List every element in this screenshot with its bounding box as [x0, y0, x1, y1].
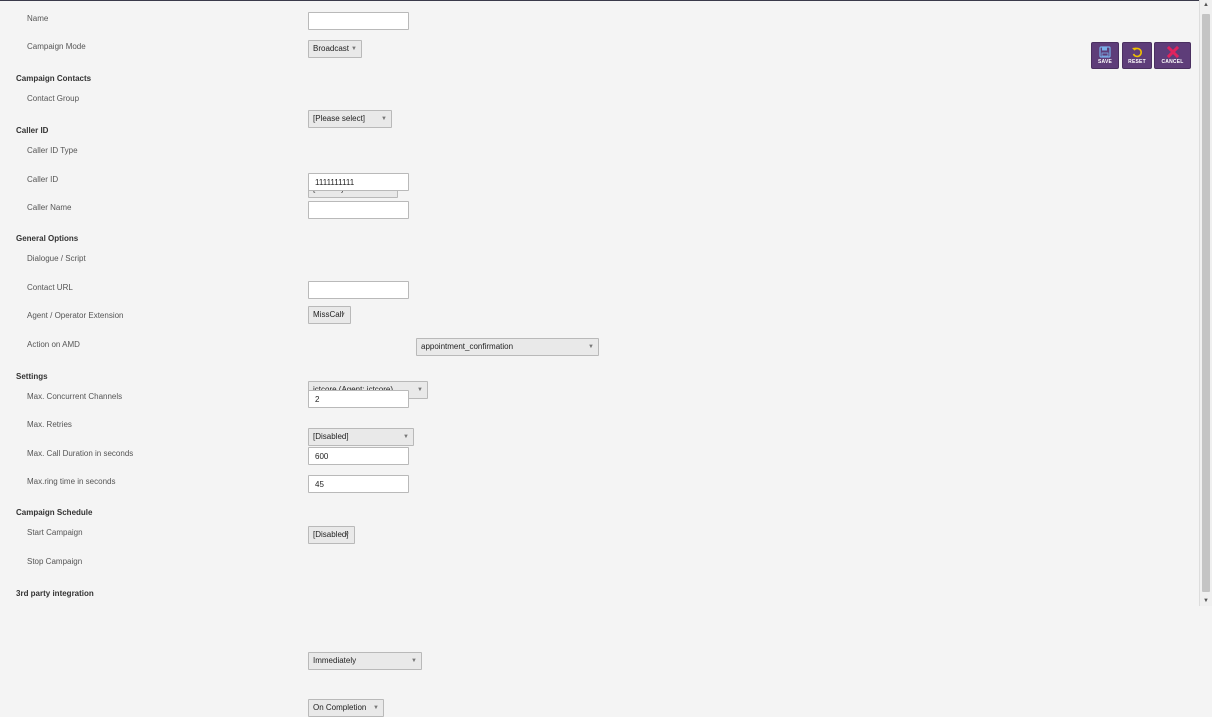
chevron-down-icon: ▼	[411, 658, 417, 664]
caller-id-input[interactable]	[308, 173, 409, 191]
caller-name-label: Caller Name	[27, 203, 72, 212]
dialogue-script-label: Dialogue / Script	[27, 254, 86, 263]
scroll-down-icon[interactable]: ▼	[1203, 598, 1209, 604]
action-on-amd-target-select[interactable]: appointment_confirmation ▼	[416, 338, 599, 356]
start-campaign-select[interactable]: Immediately ▼	[308, 652, 422, 670]
max-call-duration-label: Max. Call Duration in seconds	[27, 449, 134, 458]
chevron-down-icon: ▼	[351, 46, 357, 52]
dialogue-script-value: MissCall	[313, 310, 344, 319]
campaign-mode-label: Campaign Mode	[27, 42, 86, 51]
close-icon	[1166, 46, 1179, 58]
stop-campaign-label: Stop Campaign	[27, 557, 83, 566]
max-channels-label: Max. Concurrent Channels	[27, 392, 123, 401]
section-caller-id: Caller ID	[16, 126, 49, 135]
chevron-down-icon: ▼	[588, 344, 594, 350]
dialogue-script-select[interactable]: MissCall ▼	[308, 306, 351, 324]
floppy-disk-icon	[1099, 46, 1111, 58]
chevron-down-icon: ▼	[344, 532, 350, 538]
stop-campaign-value: On Completion	[313, 703, 367, 712]
action-on-amd-select[interactable]: [Disabled] ▼	[308, 428, 414, 446]
section-campaign-contacts: Campaign Contacts	[16, 74, 92, 83]
action-on-amd-target-value: appointment_confirmation	[421, 342, 514, 351]
contact-group-value: [Please select]	[313, 114, 366, 123]
cancel-button[interactable]: CANCEL	[1154, 42, 1191, 69]
max-call-duration-input[interactable]	[308, 447, 409, 465]
max-ring-time-label: Max.ring time in seconds	[27, 477, 116, 486]
caller-id-label: Caller ID	[27, 175, 59, 184]
caller-name-input[interactable]	[308, 201, 409, 219]
scroll-up-icon[interactable]: ▲	[1203, 2, 1209, 8]
section-general-options: General Options	[16, 234, 79, 243]
chevron-down-icon: ▼	[340, 312, 346, 318]
name-label: Name	[27, 14, 49, 23]
max-retries-label: Max. Retries	[27, 420, 72, 429]
save-button[interactable]: SAVE	[1091, 42, 1119, 69]
save-button-label: SAVE	[1097, 59, 1113, 65]
vertical-scrollbar[interactable]: ▲ ▼	[1199, 0, 1212, 606]
max-ring-time-input[interactable]	[308, 475, 409, 493]
agent-extension-label: Agent / Operator Extension	[27, 311, 124, 320]
section-3rd-party-integration: 3rd party integration	[16, 589, 94, 598]
start-campaign-value: Immediately	[313, 656, 357, 665]
campaign-form: Name Campaign Mode Broadcast ▼ Campaign …	[0, 0, 1200, 717]
reset-button-label: RESET	[1128, 59, 1146, 65]
scrollbar-thumb[interactable]	[1202, 14, 1210, 592]
name-input[interactable]	[308, 12, 409, 30]
max-retries-select[interactable]: [Disabled] ▼	[308, 526, 355, 544]
contact-url-input[interactable]	[308, 281, 409, 299]
chevron-down-icon: ▼	[417, 387, 423, 393]
campaign-mode-value: Broadcast	[313, 44, 350, 53]
campaign-mode-select[interactable]: Broadcast ▼	[308, 40, 362, 58]
contact-group-label: Contact Group	[27, 94, 80, 103]
action-on-amd-value: [Disabled]	[313, 432, 349, 441]
chevron-down-icon: ▼	[403, 434, 409, 440]
chevron-down-icon: ▼	[381, 116, 387, 122]
action-on-amd-label: Action on AMD	[27, 340, 80, 349]
reset-button[interactable]: RESET	[1122, 42, 1152, 69]
start-campaign-label: Start Campaign	[27, 528, 83, 537]
undo-icon	[1132, 47, 1142, 58]
max-channels-input[interactable]	[308, 390, 409, 408]
contact-group-select[interactable]: [Please select] ▼	[308, 110, 392, 128]
cancel-button-label: CANCEL	[1161, 59, 1184, 65]
stop-campaign-select[interactable]: On Completion ▼	[308, 699, 384, 717]
section-campaign-schedule: Campaign Schedule	[16, 508, 93, 517]
contact-url-label: Contact URL	[27, 283, 73, 292]
section-settings: Settings	[16, 372, 48, 381]
caller-id-type-label: Caller ID Type	[27, 146, 78, 155]
chevron-down-icon: ▼	[373, 705, 379, 711]
